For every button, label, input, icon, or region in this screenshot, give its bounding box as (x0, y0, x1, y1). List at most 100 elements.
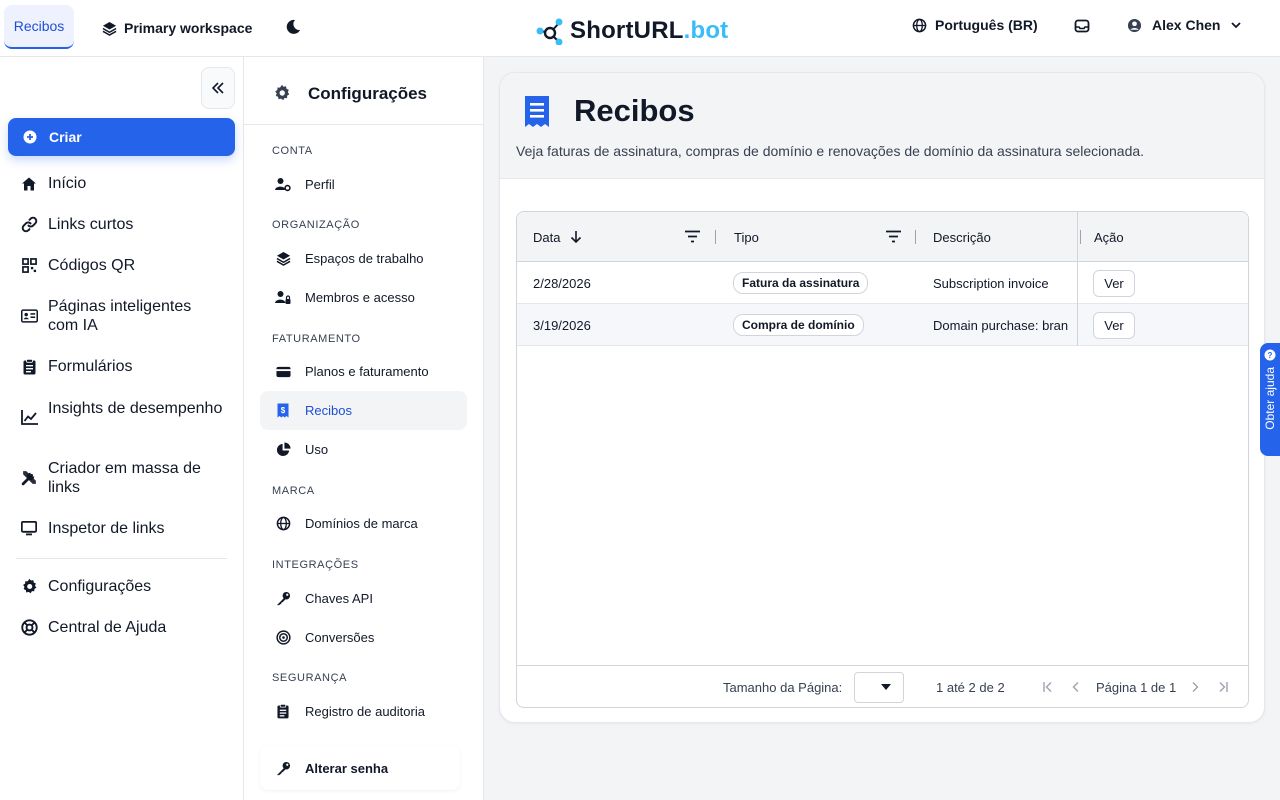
section-label-marca: MARCA (272, 485, 315, 497)
settings-item-membros[interactable]: Membros e acesso (260, 278, 467, 317)
sidebar-item-insights[interactable]: Insights de desempenho (20, 399, 223, 427)
settings-item-label: Alterar senha (305, 760, 389, 776)
column-header-date[interactable]: Data (533, 212, 582, 262)
sidebar-item-criador-massa[interactable]: Criador em massa de links (20, 459, 223, 497)
workspace-selector[interactable]: Primary workspace (102, 18, 252, 38)
sidebar-item-links-curtos[interactable]: Links curtos (20, 215, 223, 234)
sidebar-item-central-ajuda[interactable]: Central de Ajuda (20, 618, 223, 637)
settings-item-uso[interactable]: Uso (260, 430, 467, 469)
settings-item-chaves-api[interactable]: Chaves API (260, 579, 467, 618)
last-page-icon[interactable] (1215, 679, 1231, 695)
settings-item-label: Recibos (305, 403, 352, 418)
sidebar-item-paginas-ia[interactable]: Páginas inteligentes com IA (20, 297, 223, 335)
double-chevron-left-icon (211, 82, 224, 94)
filter-icon[interactable] (685, 230, 700, 243)
settings-item-label: Domínios de marca (305, 516, 418, 531)
sidebar-item-codigos-qr[interactable]: Códigos QR (20, 256, 223, 275)
create-button[interactable]: Criar (8, 118, 235, 156)
user-name: Alex Chen (1152, 17, 1221, 33)
page-size-select[interactable] (854, 672, 904, 703)
caret-down-icon (881, 684, 891, 690)
clipboard-icon (20, 357, 38, 376)
settings-item-registro-auditoria[interactable]: Registro de auditoria (260, 692, 467, 731)
settings-header: Configurações (244, 57, 484, 125)
moon-icon (286, 19, 300, 34)
sidebar-item-label: Central de Ajuda (48, 619, 167, 636)
plus-circle-icon (23, 130, 37, 144)
previous-page-icon[interactable] (1068, 679, 1084, 695)
next-page-icon[interactable] (1187, 679, 1203, 695)
sidebar-item-label: Configurações (48, 578, 152, 595)
svg-text:?: ? (1268, 351, 1273, 360)
tab-recibos-label: Recibos (13, 18, 65, 34)
settings-item-planos[interactable]: Planos e faturamento (260, 352, 467, 391)
workspace-name: Primary workspace (124, 20, 253, 36)
layers-icon (102, 21, 117, 36)
section-label-organizacao: ORGANIZAÇÃO (272, 219, 360, 231)
view-receipt-button[interactable]: Ver (1093, 269, 1135, 297)
page-size-label: Tamanho da Página: (723, 680, 843, 695)
language-selector[interactable]: Português (BR) (912, 17, 1038, 33)
sidebar-item-label: Insights de desempenho (48, 400, 223, 417)
user-lock-icon (275, 290, 291, 306)
receipts-header: Recibos Veja faturas de assinatura, comp… (500, 73, 1264, 179)
receipt-icon (524, 95, 550, 133)
filter-icon[interactable] (886, 230, 901, 243)
table-row[interactable]: 3/19/2026 Compra de domínio Domain purch… (517, 304, 1248, 346)
sidebar-item-inicio[interactable]: Início (20, 174, 223, 193)
settings-item-espacos[interactable]: Espaços de trabalho (260, 239, 467, 278)
receipt-icon: $ (275, 403, 291, 419)
user-gear-icon (275, 177, 291, 193)
user-menu[interactable]: Alex Chen (1127, 17, 1242, 33)
section-label-seguranca: SEGURANÇA (272, 672, 348, 684)
table-row[interactable]: 2/28/2026 Fatura da assinatura Subscript… (517, 262, 1248, 304)
sidebar-item-label: Formulários (48, 358, 133, 375)
sidebar-item-label: Inspetor de links (48, 520, 165, 537)
inbox-button[interactable] (1074, 18, 1092, 36)
settings-item-perfil[interactable]: Perfil (260, 165, 467, 204)
settings-item-label: Conversões (305, 630, 375, 645)
sidebar-item-label: Links curtos (48, 216, 134, 233)
svg-text:$: $ (281, 406, 286, 415)
column-separator[interactable] (915, 230, 916, 244)
first-page-icon[interactable] (1040, 679, 1056, 695)
column-header-type[interactable]: Tipo (734, 212, 759, 262)
user-circle-icon (1127, 18, 1142, 32)
table-header: Data Tipo Descrição Ação (517, 212, 1248, 262)
cell-description: Subscription invoice (933, 275, 1049, 291)
settings-item-dominios[interactable]: Domínios de marca (260, 504, 467, 543)
sidebar-item-configuracoes[interactable]: Configurações (20, 577, 223, 596)
collapse-sidebar-button[interactable] (201, 67, 235, 109)
sidebar-item-inspetor[interactable]: Inspetor de links (20, 519, 223, 538)
column-header-description[interactable]: Descrição (933, 212, 991, 262)
gear-icon (273, 84, 291, 107)
sort-descending-icon[interactable] (570, 230, 582, 244)
type-badge: Fatura da assinatura (733, 272, 869, 294)
credit-card-icon (275, 364, 291, 380)
column-header-action[interactable]: Ação (1094, 212, 1124, 262)
tab-recibos[interactable]: Recibos (4, 5, 74, 49)
settings-item-conversoes[interactable]: Conversões (260, 618, 467, 657)
column-separator[interactable] (1080, 230, 1081, 244)
settings-item-alterar-senha[interactable]: Alterar senha (260, 746, 460, 790)
sidebar-divider (16, 558, 227, 559)
pinned-column-border (1077, 212, 1078, 346)
view-receipt-button[interactable]: Ver (1093, 311, 1135, 339)
top-bar: Recibos Primary workspace ShortURL.bot P… (0, 0, 1280, 57)
column-separator[interactable] (715, 230, 716, 244)
pie-chart-icon (275, 442, 291, 458)
settings-item-label: Planos e faturamento (305, 364, 429, 379)
theme-toggle[interactable] (283, 16, 303, 38)
gear-icon (20, 577, 38, 596)
monitor-icon (20, 519, 38, 538)
cell-date: 2/28/2026 (533, 275, 591, 291)
sidebar-item-label: Páginas inteligentes com IA (48, 298, 192, 334)
logo[interactable]: ShortURL.bot (536, 14, 728, 48)
link-icon (20, 215, 38, 234)
help-tab[interactable]: ? Obter ajuda (1260, 343, 1280, 456)
sidebar-item-formularios[interactable]: Formulários (20, 357, 223, 376)
settings-item-recibos[interactable]: $ Recibos (260, 391, 467, 430)
clipboard-icon (275, 704, 291, 720)
column-label: Ação (1094, 229, 1124, 245)
help-tab-label: Obter ajuda (1263, 367, 1277, 430)
